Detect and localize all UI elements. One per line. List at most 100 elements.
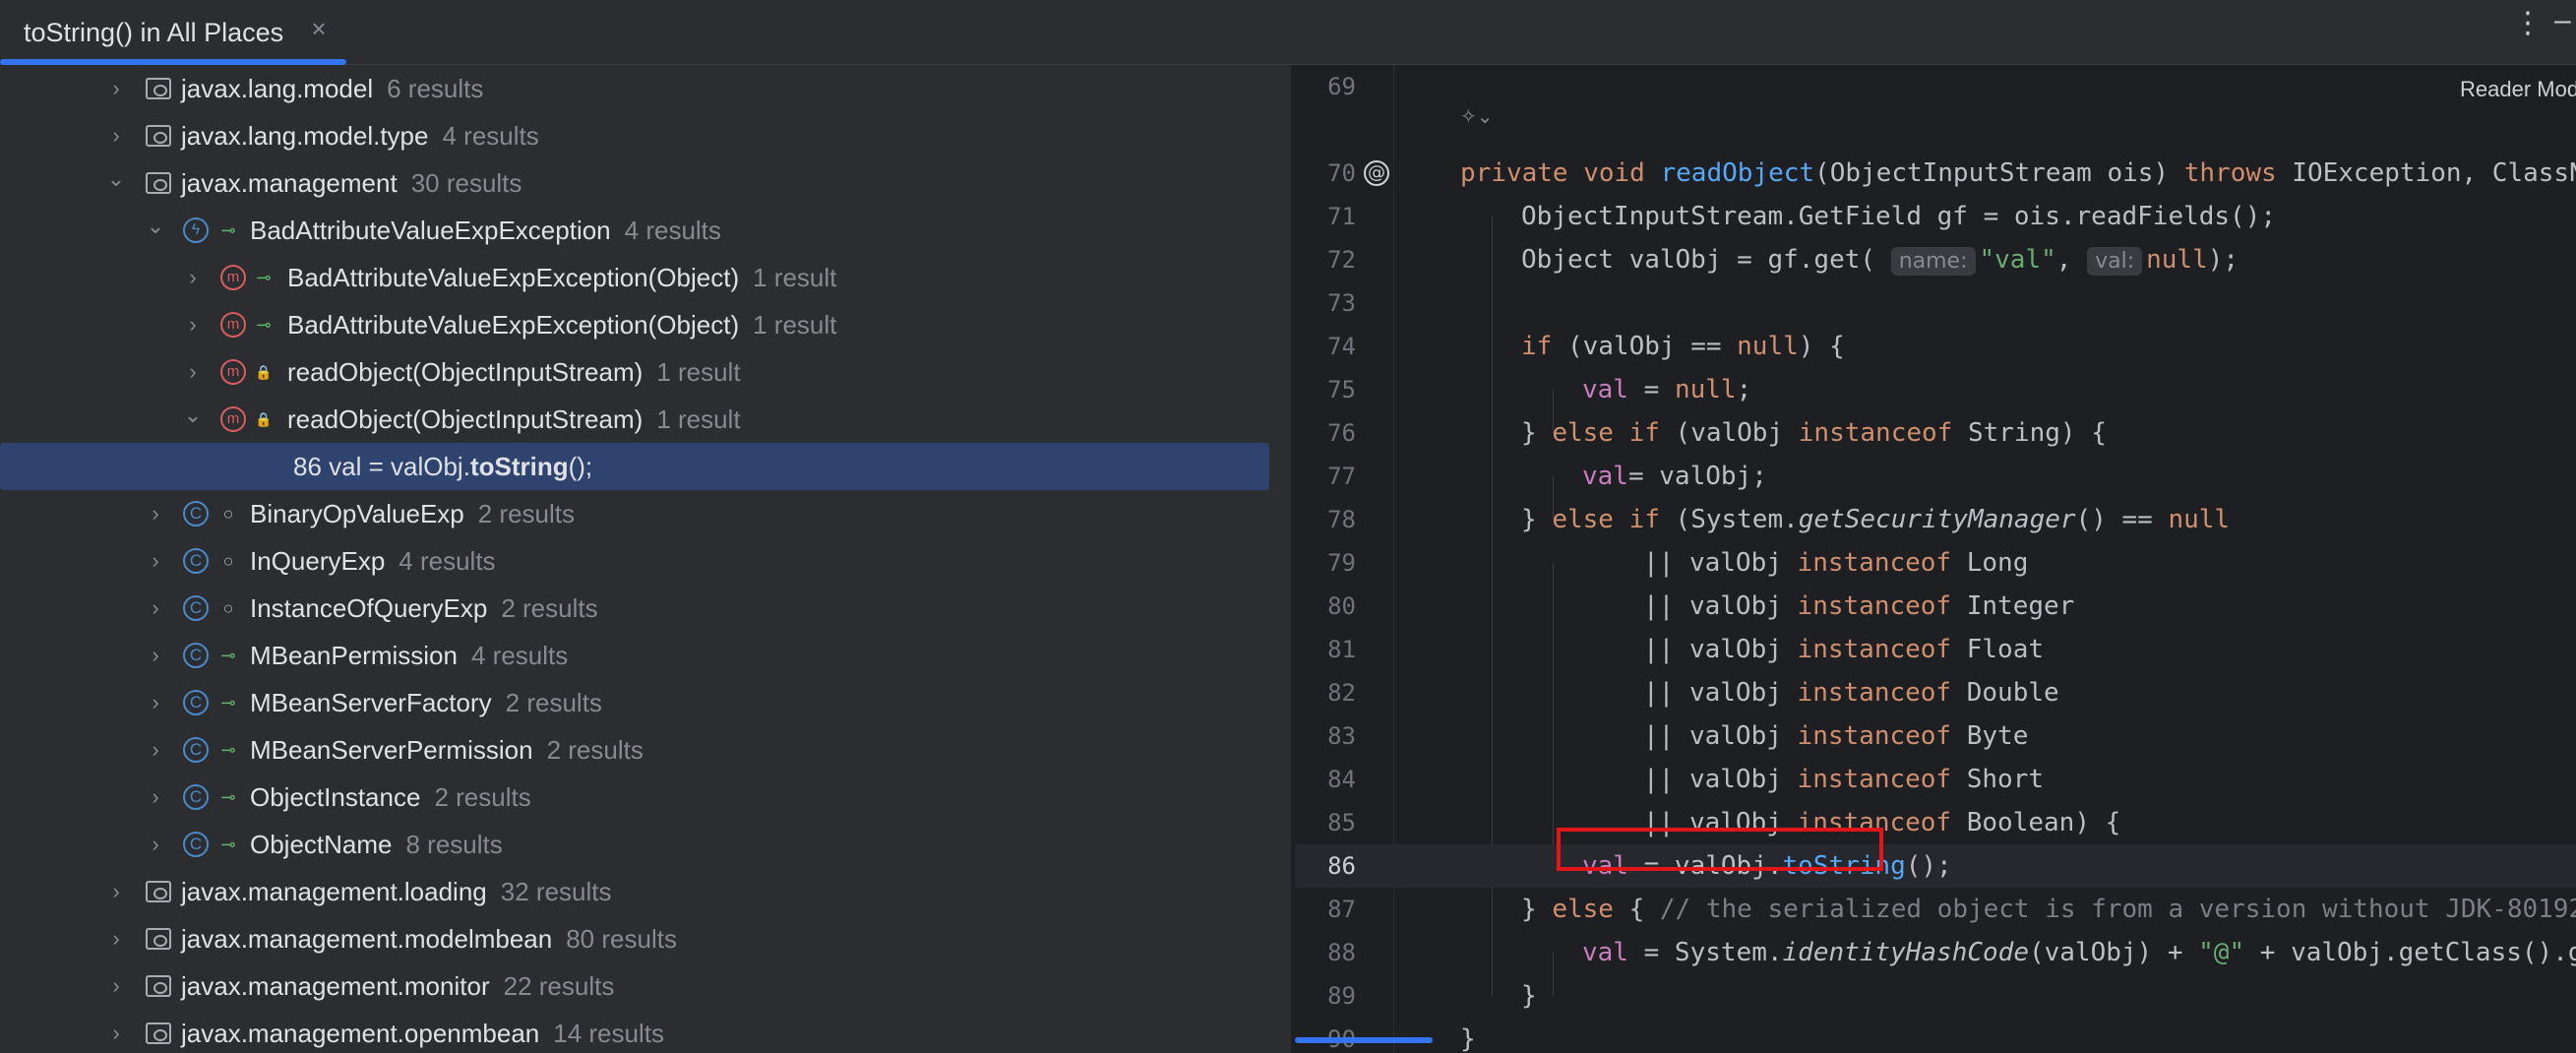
tree-row-package[interactable]: › javax.management.loading 32 results: [0, 868, 1291, 915]
chevron-right-icon[interactable]: ›: [144, 833, 167, 856]
tree-item-label: MBeanPermission 4 results: [250, 641, 569, 670]
code-text: ObjectInputStream.GetField gf = ois.read…: [1521, 202, 2277, 231]
method-icon: m: [220, 406, 246, 432]
class-icon: C: [183, 501, 209, 526]
tree-item-label: MBeanServerFactory 2 results: [250, 688, 602, 717]
chevron-right-icon[interactable]: ›: [104, 77, 128, 100]
code-line: 74 if (valObj == null) {: [1295, 325, 2576, 368]
chevron-right-icon[interactable]: ›: [104, 927, 128, 951]
package-icon: [146, 881, 171, 902]
chevron-right-icon[interactable]: ›: [144, 644, 167, 667]
package-icon: [146, 125, 171, 147]
tree-item-label: InQueryExp 4 results: [250, 546, 496, 576]
chevron-right-icon[interactable]: ›: [104, 1022, 128, 1045]
code-line: 83 || valObj instanceof Byte: [1295, 714, 2576, 758]
chevron-right-icon[interactable]: ›: [144, 738, 167, 762]
parameter-hint: name:: [1890, 247, 1976, 276]
tree-row-class[interactable]: › C ○ InQueryExp 4 results: [0, 537, 1291, 585]
close-icon[interactable]: ×: [307, 14, 331, 44]
parameter-hint: val:: [2087, 247, 2143, 276]
override-at-icon[interactable]: @: [1364, 160, 1389, 186]
code-line: 81 || valObj instanceof Float: [1295, 628, 2576, 671]
code-text: val= valObj;: [1582, 462, 1767, 491]
chevron-right-icon[interactable]: ›: [181, 313, 205, 337]
tree-row-class[interactable]: › C ⊸ MBeanServerFactory 2 results: [0, 679, 1291, 726]
code-text: val = System.identityHashCode(valObj) + …: [1582, 938, 2576, 967]
tree-item-label: InstanceOfQueryExp 2 results: [250, 593, 598, 623]
code-text: if (valObj == null) {: [1521, 332, 1845, 361]
tree-row-method[interactable]: ⌄ m 🔒 readObject(ObjectInputStream) 1 res…: [0, 396, 1291, 443]
tree-item-label: javax.lang.model 6 results: [181, 74, 484, 103]
chevron-right-icon[interactable]: ›: [144, 502, 167, 526]
line-number: 88: [1327, 939, 1356, 966]
tree-row-method[interactable]: › m 🔒 readObject(ObjectInputStream) 1 res…: [0, 348, 1291, 396]
line-number: 80: [1327, 592, 1356, 620]
line-number: 73: [1327, 289, 1356, 317]
tree-row-package[interactable]: › javax.lang.model.type 4 results: [0, 112, 1291, 159]
class-icon: C: [183, 643, 209, 668]
tree-row-class[interactable]: › C ⊸ ObjectName 8 results: [0, 821, 1291, 868]
line-number: 85: [1327, 809, 1356, 836]
tree-row-usage-selected[interactable]: 86 val = valObj.toString();: [0, 443, 1269, 490]
tree-row-package[interactable]: › javax.management.openmbean 14 results: [0, 1010, 1291, 1053]
tree-row-class[interactable]: › C ⊸ MBeanPermission 4 results: [0, 632, 1291, 679]
class-icon: C: [183, 832, 209, 857]
tree-row-class[interactable]: › C ⊸ MBeanServerPermission 2 results: [0, 726, 1291, 774]
package-icon: [146, 1022, 171, 1044]
code-preview-editor[interactable]: Reader Mode 69 ✧⌄ 70 @ private void read…: [1295, 65, 2576, 1053]
chevron-down-icon[interactable]: ⌄: [104, 167, 128, 191]
line-number: 71: [1327, 203, 1356, 230]
horizontal-scrollbar[interactable]: [1295, 1037, 1433, 1043]
chevron-right-icon[interactable]: ›: [104, 974, 128, 998]
chevron-right-icon[interactable]: ›: [181, 266, 205, 289]
package-private-icon: ○: [222, 504, 234, 524]
code-line: 69: [1295, 65, 2576, 108]
tree-row-class[interactable]: › C ⊸ ObjectInstance 2 results: [0, 774, 1291, 821]
private-lock-icon: 🔒: [255, 364, 273, 380]
ai-assistant-hint-icon[interactable]: ✧⌄: [1460, 104, 1494, 128]
chevron-right-icon[interactable]: ›: [104, 124, 128, 148]
tree-row-package[interactable]: › javax.lang.model 6 results: [0, 65, 1291, 112]
code-line: 80 || valObj instanceof Integer: [1295, 585, 2576, 628]
line-number: 90: [1295, 1018, 1356, 1053]
tree-row-class[interactable]: ⌄ ϟ ⊸ BadAttributeValueExpException 4 res…: [0, 207, 1291, 254]
chevron-down-icon[interactable]: ⌄: [144, 215, 167, 238]
tab-find-results[interactable]: toString() in All Places ×: [0, 0, 346, 65]
class-icon: C: [183, 784, 209, 810]
tree-row-method[interactable]: › m ⊸ BadAttributeValueExpException(Obje…: [0, 254, 1291, 301]
tree-item-label: javax.management 30 results: [181, 168, 522, 198]
chevron-right-icon[interactable]: ›: [104, 880, 128, 903]
tree-row-class[interactable]: › C ○ InstanceOfQueryExp 2 results: [0, 585, 1291, 632]
line-number: 69: [1327, 73, 1356, 100]
public-icon: ⊸: [256, 268, 272, 287]
tree-item-label: ObjectInstance 2 results: [250, 782, 531, 812]
chevron-right-icon[interactable]: ›: [144, 785, 167, 809]
code-text: } else if (valObj instanceof String) {: [1521, 418, 2107, 448]
tree-row-class[interactable]: › C ○ BinaryOpValueExp 2 results: [0, 490, 1291, 537]
package-icon: [146, 78, 171, 99]
line-number: 87: [1327, 896, 1356, 923]
tree-row-package[interactable]: ⌄ javax.management 30 results: [0, 159, 1291, 207]
more-options-icon[interactable]: ⋮: [2513, 6, 2543, 40]
code-line: 87 } else { // the serialized object is …: [1295, 888, 2576, 931]
package-icon: [146, 975, 171, 997]
code-text: private void readObject(ObjectInputStrea…: [1460, 158, 2576, 188]
tree-row-method[interactable]: › m ⊸ BadAttributeValueExpException(Obje…: [0, 301, 1291, 348]
chevron-right-icon[interactable]: ›: [144, 596, 167, 620]
minimize-icon[interactable]: –: [2554, 4, 2571, 37]
tree-item-label: BadAttributeValueExpException 4 results: [250, 216, 721, 245]
tree-row-package[interactable]: › javax.management.modelmbean 80 results: [0, 915, 1291, 962]
line-number: 83: [1327, 722, 1356, 750]
tree-item-label: javax.management.monitor 22 results: [181, 971, 615, 1001]
chevron-right-icon[interactable]: ›: [144, 691, 167, 714]
line-number: 89: [1327, 982, 1356, 1010]
chevron-right-icon[interactable]: ›: [181, 360, 205, 384]
chevron-down-icon[interactable]: ⌄: [181, 403, 205, 427]
code-line: 78 } else if (System.getSecurityManager(…: [1295, 498, 2576, 541]
tree-row-package[interactable]: › javax.management.monitor 22 results: [0, 962, 1291, 1010]
code-text: }: [1460, 1024, 1476, 1053]
chevron-right-icon[interactable]: ›: [144, 549, 167, 573]
tree-item-label: MBeanServerPermission 2 results: [250, 735, 644, 765]
code-line: 89 }: [1295, 974, 2576, 1018]
line-number: 77: [1327, 463, 1356, 490]
